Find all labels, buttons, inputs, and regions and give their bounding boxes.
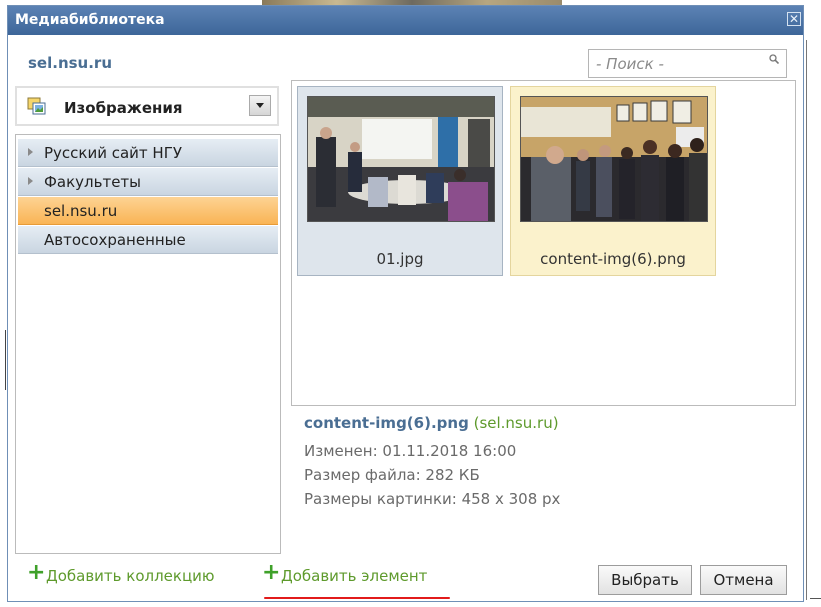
details-dimensions: Размеры картинки: 458 x 308 px	[304, 490, 561, 508]
background-divider	[5, 330, 6, 390]
dialog-title: Медиабиблиотека	[15, 12, 165, 28]
search-placeholder: - Поиск -	[596, 55, 664, 73]
close-icon[interactable]: ✕	[787, 12, 801, 26]
plus-icon: +	[27, 560, 46, 585]
tree-item-autosaved[interactable]: Автосохраненные	[18, 226, 278, 254]
media-filename: content-img(6).png	[540, 250, 686, 268]
media-library-dialog: Медиабиблиотека ✕ sel.nsu.ru - Поиск - И…	[7, 5, 804, 602]
tree-item-russian-site[interactable]: Русский сайт НГУ	[18, 139, 278, 167]
plus-icon: +	[262, 560, 281, 585]
select-button[interactable]: Выбрать	[598, 565, 692, 595]
media-item[interactable]: 01.jpg	[297, 86, 503, 276]
expand-arrow-icon[interactable]	[28, 148, 33, 156]
details-file-size: Размер файла: 282 КБ	[304, 466, 480, 484]
expand-arrow-icon[interactable]	[28, 177, 33, 185]
images-icon	[27, 97, 46, 115]
tree-item-label: Автосохраненные	[44, 231, 186, 249]
details-filename: content-img(6).png	[304, 414, 469, 432]
dialog-titlebar[interactable]: Медиабиблиотека ✕	[8, 6, 803, 35]
tree-item-sel-nsu[interactable]: sel.nsu.ru	[18, 197, 278, 225]
media-thumbnail	[520, 96, 708, 222]
background-divider	[806, 40, 807, 600]
search-icon[interactable]	[769, 54, 779, 64]
tree-item-label: Русский сайт НГУ	[44, 144, 183, 162]
media-item-selected[interactable]: content-img(6).png	[510, 86, 716, 276]
collection-tree: Русский сайт НГУ Факультеты sel.nsu.ru А…	[15, 134, 281, 554]
highlight-underline	[264, 597, 450, 599]
tree-item-faculties[interactable]: Факультеты	[18, 168, 278, 196]
media-filename: 01.jpg	[376, 250, 424, 268]
site-name: sel.nsu.ru	[28, 54, 113, 72]
media-type-label: Изображения	[64, 99, 183, 117]
tree-item-label: Факультеты	[44, 173, 142, 191]
add-element-label: Добавить элемент	[281, 567, 428, 585]
cancel-button[interactable]: Отмена	[700, 565, 787, 595]
media-thumbnail	[307, 96, 495, 222]
background-divider	[810, 598, 821, 599]
chevron-down-icon[interactable]	[249, 95, 271, 116]
media-type-select[interactable]: Изображения	[15, 86, 279, 126]
tree-item-label: sel.nsu.ru	[44, 202, 118, 220]
details-modified: Изменен: 01.11.2018 16:00	[304, 442, 517, 460]
search-input[interactable]: - Поиск -	[588, 49, 787, 78]
details-title: content-img(6).png (sel.nsu.ru)	[304, 414, 559, 432]
details-collection-link[interactable]: (sel.nsu.ru)	[474, 414, 559, 432]
media-grid: 01.jpg content-img(6).png	[291, 80, 796, 406]
add-collection-label: Добавить коллекцию	[46, 567, 215, 585]
